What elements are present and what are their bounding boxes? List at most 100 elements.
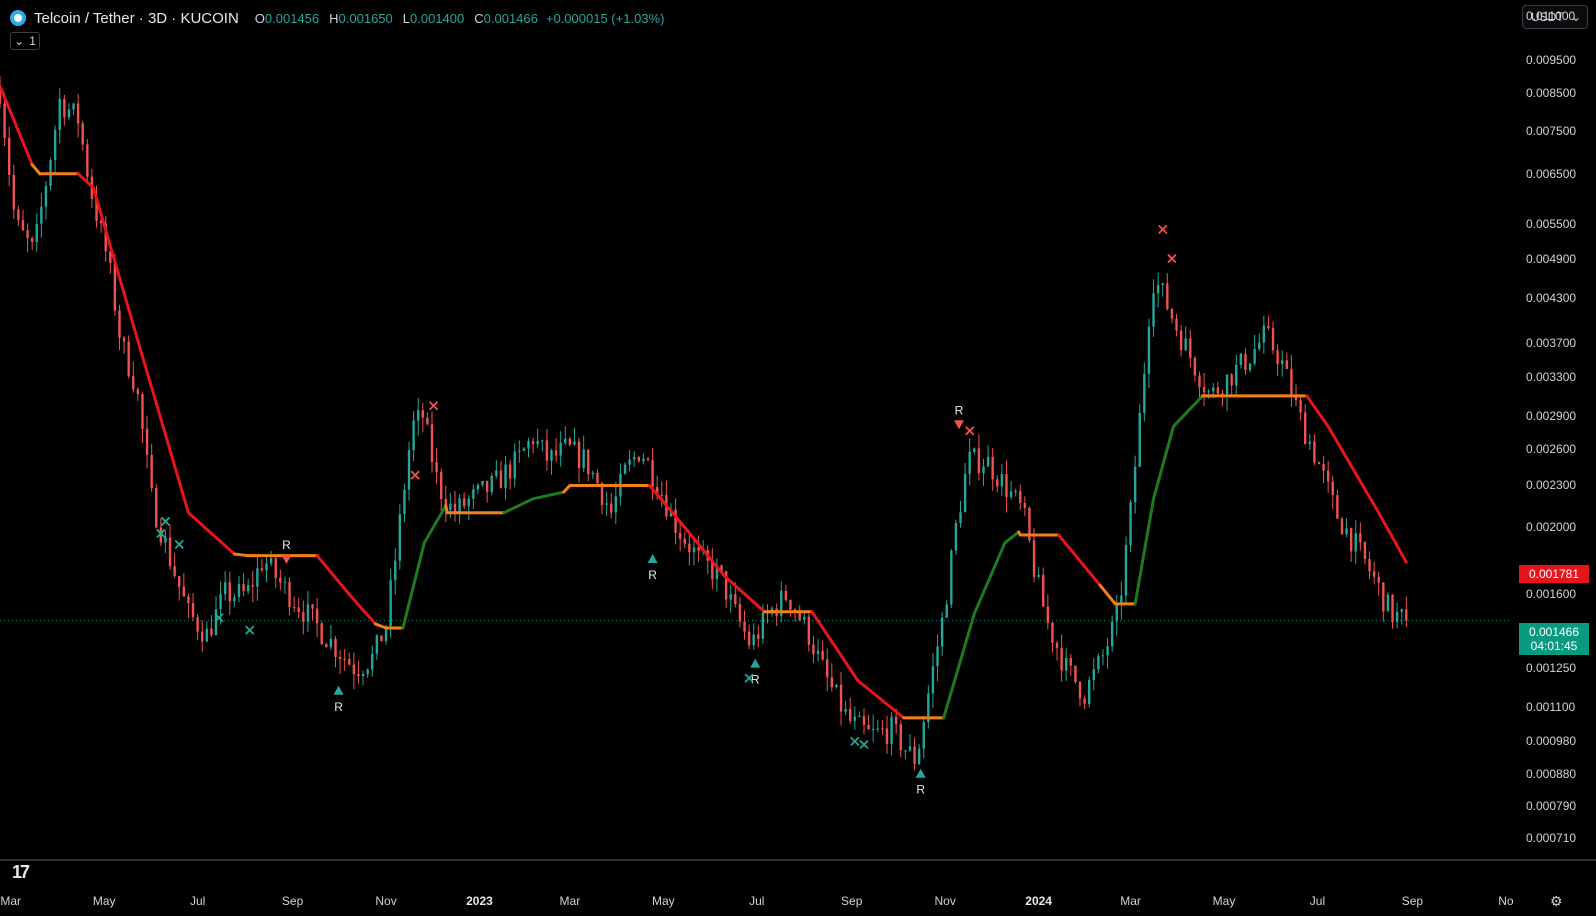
trailing-line-segment: [1098, 583, 1117, 606]
candle-body: [1290, 368, 1293, 397]
candle-body: [1023, 502, 1027, 508]
candle-body: [223, 582, 227, 595]
candle-body: [417, 410, 420, 421]
candle-body: [573, 441, 576, 445]
candle-body: [67, 109, 71, 118]
candle-body: [1212, 387, 1215, 392]
time-axis-label: Jul: [749, 894, 765, 908]
candle-body: [430, 424, 434, 462]
candle-body: [881, 728, 884, 730]
candle-body: [1170, 309, 1174, 319]
candle-body: [752, 634, 755, 646]
candle-body: [559, 442, 562, 456]
price-axis-label: 0.002900: [1526, 408, 1577, 423]
candle-body: [1115, 605, 1118, 622]
candle-body: [1133, 466, 1137, 503]
time-axis-label: Jul: [1309, 894, 1326, 908]
candle-body: [536, 440, 539, 445]
gear-icon[interactable]: ⚙: [1550, 893, 1563, 910]
price-axis-label: 0.005500: [1526, 216, 1577, 231]
candle-body: [504, 464, 507, 489]
candle-body: [531, 441, 535, 445]
candle-body: [931, 666, 935, 694]
candle-body: [950, 550, 953, 605]
signal-label: R: [334, 700, 343, 714]
candle-body: [1037, 574, 1040, 577]
time-axis-label: May: [651, 894, 675, 908]
candle-body: [678, 532, 682, 539]
candle-body: [1395, 611, 1399, 623]
signal-label: R: [648, 568, 657, 582]
candle-body: [789, 600, 792, 610]
candle-body: [954, 522, 958, 551]
candle-body: [761, 612, 765, 639]
time-axis-label: Sep: [281, 894, 304, 908]
candle-body: [141, 394, 144, 429]
price-axis-label: 0.001100: [1526, 699, 1576, 714]
candle-body: [1138, 412, 1141, 467]
candle-body: [683, 538, 686, 544]
candle-body: [1065, 658, 1068, 671]
signal-label: R: [916, 783, 925, 797]
candle-body: [1179, 330, 1183, 351]
candle-body: [1161, 283, 1164, 286]
candle-body: [913, 746, 916, 765]
candle-body: [1281, 360, 1284, 365]
price-change: +0.000015 (+1.03%): [545, 10, 665, 26]
candle-body: [279, 577, 282, 583]
candle-body: [1042, 574, 1045, 607]
price-axis-label: 0.000790: [1526, 799, 1577, 814]
candle-body: [1405, 609, 1408, 621]
cross-signal-icon: [410, 470, 420, 480]
candle-body: [394, 560, 397, 581]
tradingview-logo-icon[interactable]: 17: [12, 862, 30, 883]
candle-body: [839, 684, 843, 712]
candle-body: [315, 608, 319, 624]
cross-signal-icon: [1167, 253, 1177, 264]
candle-body: [922, 722, 925, 749]
candle-body: [462, 498, 466, 507]
candle-body: [472, 489, 475, 499]
candle-body: [1106, 646, 1109, 656]
cross-signal-icon: [850, 736, 860, 747]
candle-body: [481, 480, 484, 485]
candle-body: [1046, 606, 1050, 623]
cross-signal-icon: [428, 401, 439, 411]
signal-label: R: [282, 538, 291, 552]
candle-body: [1198, 375, 1201, 388]
candle-body: [375, 635, 379, 654]
price-axis-label: 0.004900: [1526, 251, 1577, 266]
price-chart[interactable]: RRRRRR: [0, 0, 1596, 916]
candle-body: [251, 585, 254, 587]
trailing-line-segment: [30, 163, 42, 176]
candle-body: [1313, 441, 1316, 463]
candle-body: [996, 479, 999, 487]
price-axis-label: 0.002300: [1526, 478, 1577, 493]
triangle-down-icon: [953, 420, 964, 430]
candle-body: [426, 417, 429, 425]
candle-body: [1216, 387, 1220, 394]
candle-body: [338, 657, 342, 659]
candle-body: [853, 716, 857, 721]
cross-signal-icon: [174, 539, 184, 549]
candle-body: [191, 603, 195, 618]
candle-body: [352, 664, 356, 675]
candle-body: [1152, 293, 1155, 327]
candle-body: [1110, 621, 1114, 647]
candle-body: [439, 472, 443, 499]
candle-body: [81, 123, 84, 145]
candle-body: [803, 616, 806, 620]
indicators-toggle-button[interactable]: ⌄ 1: [10, 32, 40, 50]
candle-body: [651, 460, 654, 487]
candle-body: [1005, 474, 1008, 498]
symbol-title[interactable]: Telcoin / Tether · 3D · KUCOIN: [34, 10, 239, 27]
price-axis-label: 0.004300: [1526, 290, 1577, 305]
candle-body: [1345, 528, 1348, 535]
candle-body: [1354, 533, 1357, 552]
candle-body: [237, 584, 241, 598]
candle-body: [982, 466, 985, 474]
candle-body: [959, 512, 962, 523]
candle-body: [26, 230, 29, 239]
candle-body: [1340, 518, 1344, 535]
candle-body: [343, 658, 346, 660]
